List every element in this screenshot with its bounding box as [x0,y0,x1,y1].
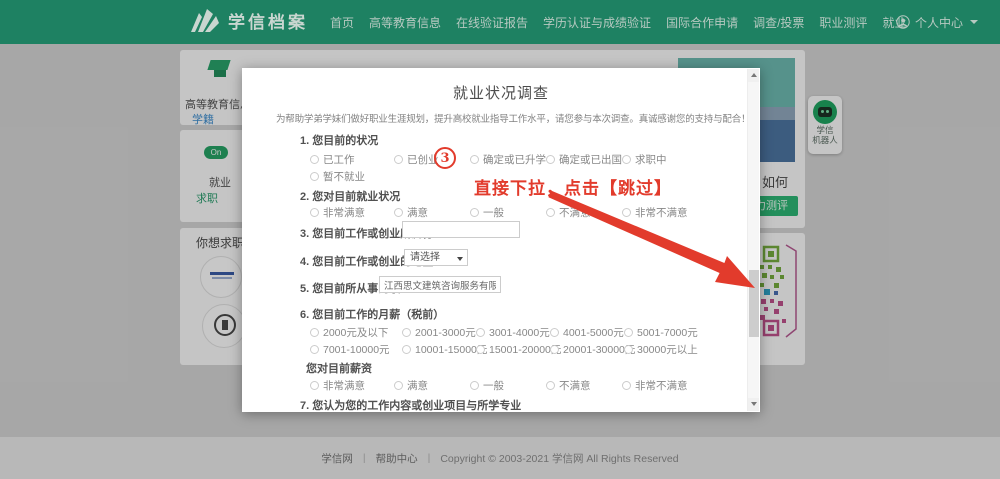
scroll-up-icon [751,73,757,77]
employment-survey-modal: 就业状况调查 为帮助学弟学妹们做好职业生涯规划，提升高校就业指导工作水平，请您参… [242,68,760,412]
radio-icon[interactable] [624,328,633,337]
radio-icon[interactable] [550,328,559,337]
radio-icon[interactable] [470,381,479,390]
radio-icon[interactable] [310,381,319,390]
radio-icon[interactable] [546,208,555,217]
nav-links: 首页 高等教育信息 在线验证报告 学历认证与成绩验证 国际合作申请 调查/投票 … [330,0,906,44]
radio-icon[interactable] [310,345,319,354]
user-menu-label: 个人中心 [915,14,963,31]
radio-option[interactable]: 7001-10000元 [310,342,390,357]
chsi-logo-icon [190,7,220,34]
radio-option[interactable]: 求职中 [622,152,667,167]
question-1-label: 1. 您目前的状况 [300,132,378,148]
brand[interactable]: 学信档案 [190,7,308,34]
industry-input[interactable] [402,221,520,238]
modal-scrollbar[interactable] [747,69,759,411]
radio-option[interactable]: 一般 [470,378,504,393]
nav-item-degree-verification[interactable]: 学历认证与成绩验证 [543,14,651,31]
radio-option[interactable]: 确定或已出国 [546,152,622,167]
radio-option[interactable]: 5001-7000元 [624,325,698,340]
radio-option[interactable]: 非常满意 [310,378,365,393]
radio-icon[interactable] [394,208,403,217]
radio-option[interactable]: 2000元及以下 [310,325,388,340]
radio-icon[interactable] [402,328,411,337]
radio-icon[interactable] [310,172,319,181]
nav-item-online-report[interactable]: 在线验证报告 [456,14,528,31]
radio-option[interactable]: 30000元以上 [624,342,698,357]
radio-icon[interactable] [470,208,479,217]
radio-option[interactable]: 10001-15000元 [402,342,487,357]
top-nav: 学信档案 首页 高等教育信息 在线验证报告 学历认证与成绩验证 国际合作申请 调… [0,0,1000,44]
radio-icon[interactable] [310,208,319,217]
radio-option[interactable]: 满意 [394,205,428,220]
user-menu[interactable]: 个人中心 [896,0,978,44]
radio-option[interactable]: 暂不就业 [310,169,365,184]
radio-option[interactable]: 非常不满意 [622,205,688,220]
question-7-label: 7. 您认为您的工作内容或创业项目与所学专业 [300,397,521,413]
radio-option[interactable]: 3001-4000元 [476,325,550,340]
radio-icon[interactable] [402,345,411,354]
select-caret-icon [457,257,463,261]
radio-option[interactable]: 15001-20000元 [476,342,561,357]
radio-icon[interactable] [394,381,403,390]
radio-option[interactable]: 非常满意 [310,205,365,220]
question-2-label: 2. 您对目前就业状况 [300,188,400,204]
radio-option[interactable]: 确定或已升学 [470,152,546,167]
radio-option[interactable]: 2001-3000元 [402,325,476,340]
region-select-value: 请选择 [410,252,440,263]
salary-satisfaction-label: 您对目前薪资 [306,360,372,376]
radio-icon[interactable] [622,381,631,390]
radio-option[interactable]: 已工作 [310,152,355,167]
radio-icon[interactable] [476,345,485,354]
radio-icon[interactable] [310,328,319,337]
modal-title: 就业状况调查 [242,82,760,103]
scroll-down-button[interactable] [748,398,759,411]
scroll-down-icon [751,402,757,406]
nav-item-higher-education[interactable]: 高等教育信息 [369,14,441,31]
radio-icon[interactable] [624,345,633,354]
brand-title: 学信档案 [228,8,308,33]
radio-icon[interactable] [622,208,631,217]
radio-option[interactable]: 不满意 [546,378,591,393]
radio-option[interactable]: 非常不满意 [622,378,688,393]
radio-icon[interactable] [470,155,479,164]
radio-icon[interactable] [546,155,555,164]
nav-item-international[interactable]: 国际合作申请 [666,14,738,31]
radio-icon[interactable] [546,381,555,390]
radio-icon[interactable] [476,328,485,337]
radio-option[interactable]: 4001-5000元 [550,325,624,340]
radio-option[interactable]: 满意 [394,378,428,393]
nav-item-career-test[interactable]: 职业测评 [819,14,867,31]
radio-option[interactable]: 已创业 [394,152,439,167]
step-number-annotation: 3 [434,147,456,169]
radio-option[interactable]: 一般 [470,205,504,220]
radio-option[interactable]: 20001-30000元 [550,342,635,357]
radio-icon[interactable] [550,345,559,354]
radio-icon[interactable] [622,155,631,164]
person-icon [896,15,910,29]
survey-intro: 为帮助学弟学妹们做好职业生涯规划，提升高校就业指导工作水平，请您参与本次调查。真… [276,111,746,125]
question-6-label: 6. 您目前工作的月薪（税前） [300,306,444,322]
radio-option[interactable]: 不满意 [546,205,591,220]
tip-text-annotation: 直接下拉，点击【跳过】 [474,174,672,199]
scroll-up-button[interactable] [748,69,759,82]
scrollbar-thumb[interactable] [749,270,759,337]
region-select[interactable]: 请选择 [404,249,468,266]
occupation-input[interactable] [379,276,501,293]
nav-item-survey-vote[interactable]: 调查/投票 [753,14,804,31]
nav-item-home[interactable]: 首页 [330,14,354,31]
chevron-down-icon [970,20,978,24]
radio-icon[interactable] [394,155,403,164]
radio-icon[interactable] [310,155,319,164]
